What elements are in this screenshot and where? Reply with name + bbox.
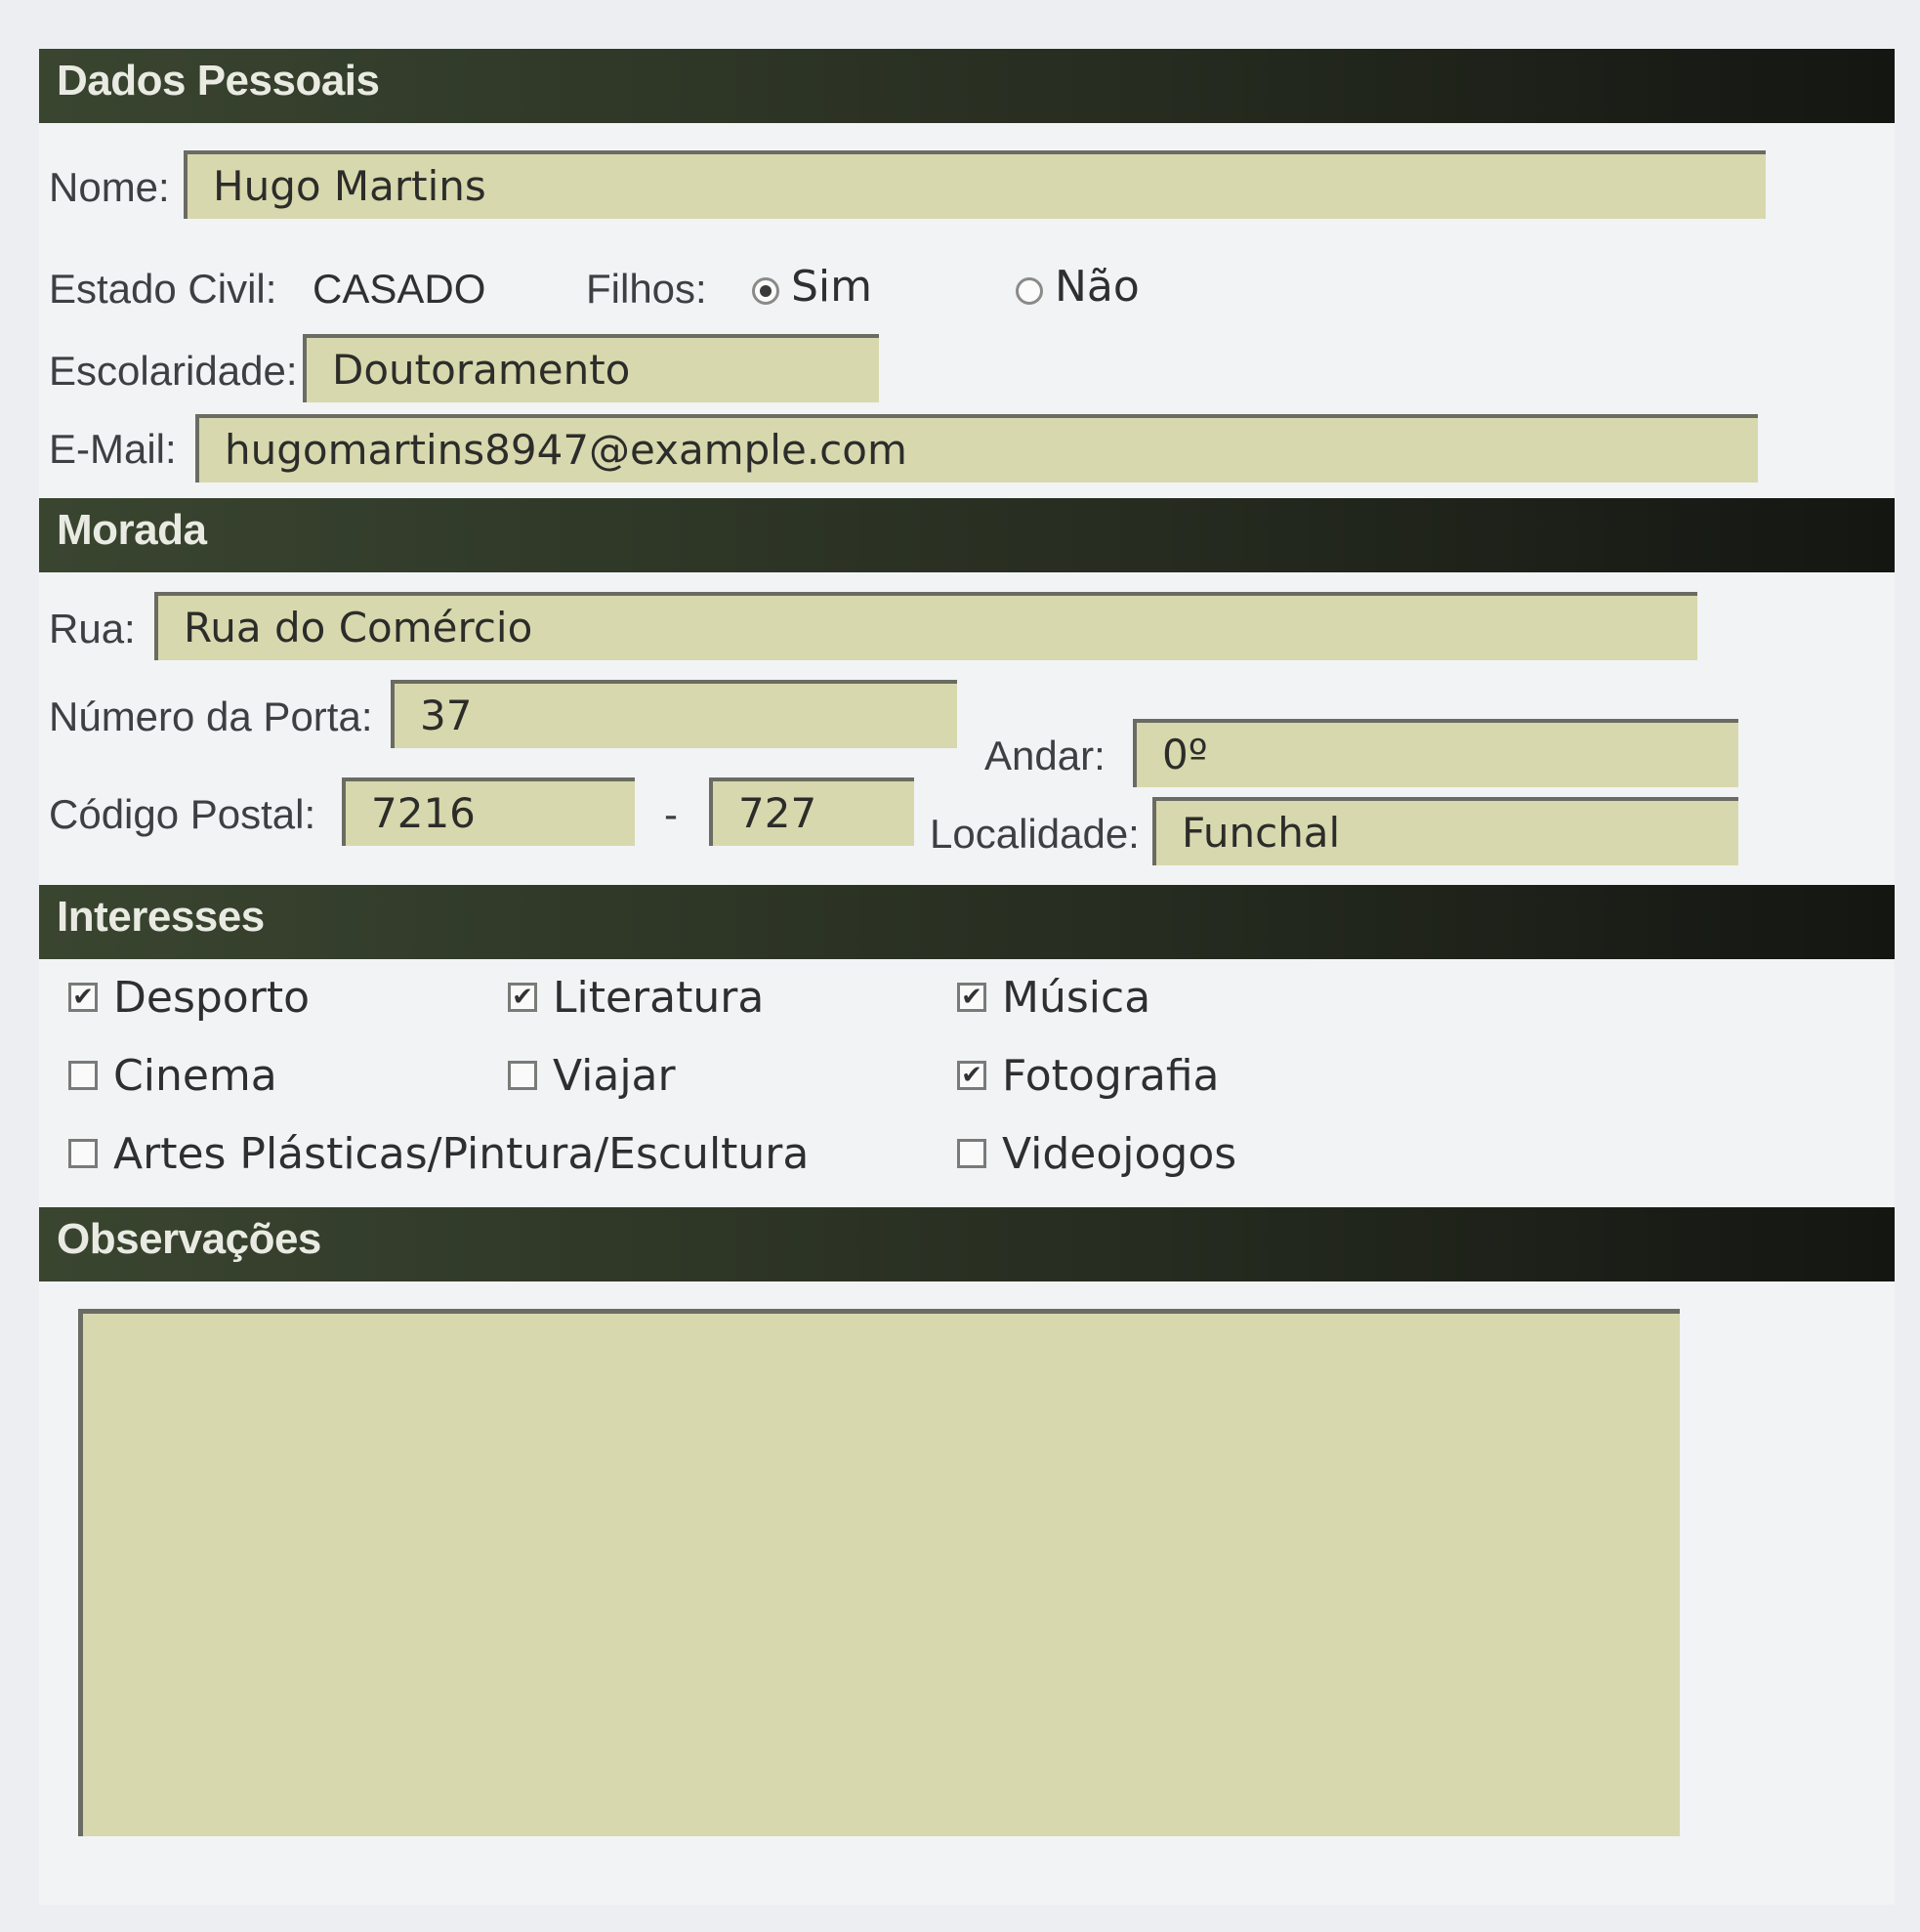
numero-porta-label: Número da Porta: [49, 693, 373, 739]
videojogos-checkbox[interactable] [957, 1139, 986, 1168]
andar-field[interactable]: 0º [1133, 719, 1738, 787]
andar-label: Andar: [984, 733, 1106, 778]
viajar-checkbox[interactable] [508, 1061, 537, 1090]
desporto-label: Desporto [113, 973, 310, 1023]
numero-porta-field[interactable]: 37 [391, 680, 957, 748]
fotografia-label: Fotografia [1002, 1051, 1220, 1101]
filhos-nao-label: Não [1055, 262, 1140, 312]
filhos-sim-radio[interactable] [752, 277, 779, 305]
personal-data-form: Dados Pessoais Nome: Hugo Martins Estado… [39, 49, 1895, 1905]
nome-field[interactable]: Hugo Martins [184, 150, 1766, 219]
viajar-label: Viajar [553, 1051, 676, 1101]
filhos-label: Filhos: [586, 266, 707, 312]
page: Dados Pessoais Nome: Hugo Martins Estado… [0, 0, 1920, 1932]
estado-civil-label: Estado Civil: [49, 266, 277, 312]
section-title: Morada [57, 506, 207, 554]
codigo-postal-part1-field[interactable]: 7216 [342, 777, 635, 846]
escolaridade-label: Escolaridade: [49, 348, 298, 394]
rua-label: Rua: [49, 606, 136, 651]
codigo-postal-part2-field[interactable]: 727 [709, 777, 914, 846]
videojogos-label: Videojogos [1002, 1129, 1237, 1179]
section-title: Interesses [57, 893, 265, 941]
nome-label: Nome: [49, 164, 170, 210]
artes-plasticas-label: Artes Plásticas/Pintura/Escultura [113, 1129, 810, 1179]
email-field[interactable]: hugomartins8947@example.com [195, 414, 1758, 483]
section-header-morada: Morada [39, 498, 1895, 572]
section-header-observacoes: Observações [39, 1207, 1895, 1281]
observacoes-textarea[interactable] [78, 1309, 1680, 1836]
musica-label: Música [1002, 973, 1151, 1023]
section-title: Observações [57, 1215, 321, 1263]
escolaridade-field[interactable]: Doutoramento [303, 334, 879, 402]
filhos-nao-radio[interactable] [1016, 277, 1043, 305]
estado-civil-value: CASADO [313, 266, 486, 312]
literatura-checkbox[interactable] [508, 983, 537, 1012]
literatura-label: Literatura [553, 973, 765, 1023]
artes-plasticas-checkbox[interactable] [68, 1139, 98, 1168]
email-label: E-Mail: [49, 426, 177, 472]
localidade-field[interactable]: Funchal [1152, 797, 1738, 865]
fotografia-checkbox[interactable] [957, 1061, 986, 1090]
rua-field[interactable]: Rua do Comércio [154, 592, 1697, 660]
desporto-checkbox[interactable] [68, 983, 98, 1012]
filhos-sim-label: Sim [791, 262, 873, 312]
section-title: Dados Pessoais [57, 57, 380, 105]
cinema-checkbox[interactable] [68, 1061, 98, 1090]
codigo-postal-label: Código Postal: [49, 791, 316, 837]
section-header-dados-pessoais: Dados Pessoais [39, 49, 1895, 123]
cinema-label: Cinema [113, 1051, 277, 1101]
section-header-interesses: Interesses [39, 885, 1895, 959]
musica-checkbox[interactable] [957, 983, 986, 1012]
localidade-label: Localidade: [930, 811, 1140, 857]
codigo-postal-separator: - [664, 791, 678, 837]
